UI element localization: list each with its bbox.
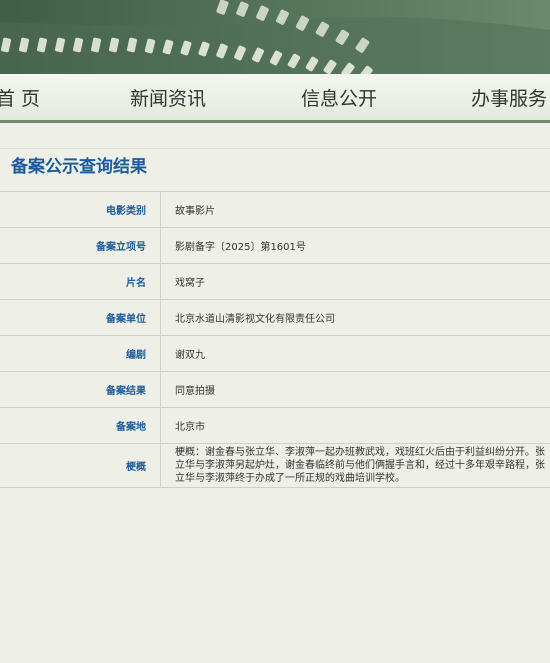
nav-item-home[interactable]: 首 页 (0, 84, 40, 111)
film-strip-graphic (0, 0, 550, 74)
table-row: 片名 戏窝子 (0, 263, 550, 300)
nav-item-services[interactable]: 办事服务 (471, 84, 547, 111)
row-label: 备案结果 (0, 371, 161, 408)
main-nav: 首 页 新闻资讯 信息公开 办事服务 (0, 74, 550, 123)
table-row: 备案立项号 影剧备字〔2025〕第1601号 (0, 227, 550, 264)
nav-item-info-disclosure[interactable]: 信息公开 (301, 84, 377, 111)
row-value: 影剧备字〔2025〕第1601号 (160, 227, 550, 264)
row-value: 谢双九 (160, 335, 550, 372)
row-label: 片名 (0, 263, 161, 300)
table-row: 编剧 谢双九 (0, 335, 550, 372)
row-label: 梗概 (0, 443, 161, 488)
page-title: 备案公示查询结果 (11, 157, 147, 177)
synopsis-value: 梗概：谢金春与张立华、李淑萍一起办班教武戏，戏班红火后由于利益纠纷分开。张立华与… (160, 443, 550, 488)
record-table: 电影类别 故事影片 备案立项号 影剧备字〔2025〕第1601号 片名 戏窝子 … (0, 191, 550, 488)
row-label: 备案立项号 (0, 227, 161, 264)
row-value: 故事影片 (160, 191, 550, 228)
row-value: 北京市 (160, 407, 550, 444)
row-label: 编剧 (0, 335, 161, 372)
row-value: 戏窝子 (160, 263, 550, 300)
row-value: 北京水道山清影视文化有限责任公司 (160, 299, 550, 336)
table-row: 电影类别 故事影片 (0, 191, 550, 228)
row-label: 电影类别 (0, 191, 161, 228)
table-row: 备案结果 同意拍摄 (0, 371, 550, 408)
table-row: 备案地 北京市 (0, 407, 550, 444)
table-row: 备案单位 北京水道山清影视文化有限责任公司 (0, 299, 550, 336)
row-value: 同意拍摄 (160, 371, 550, 408)
nav-item-news[interactable]: 新闻资讯 (130, 84, 206, 111)
table-row: 梗概 梗概：谢金春与张立华、李淑萍一起办班教武戏，戏班红火后由于利益纠纷分开。张… (0, 443, 550, 488)
row-label: 备案地 (0, 407, 161, 444)
header-banner (0, 0, 550, 74)
title-divider (0, 148, 550, 149)
row-label: 备案单位 (0, 299, 161, 336)
